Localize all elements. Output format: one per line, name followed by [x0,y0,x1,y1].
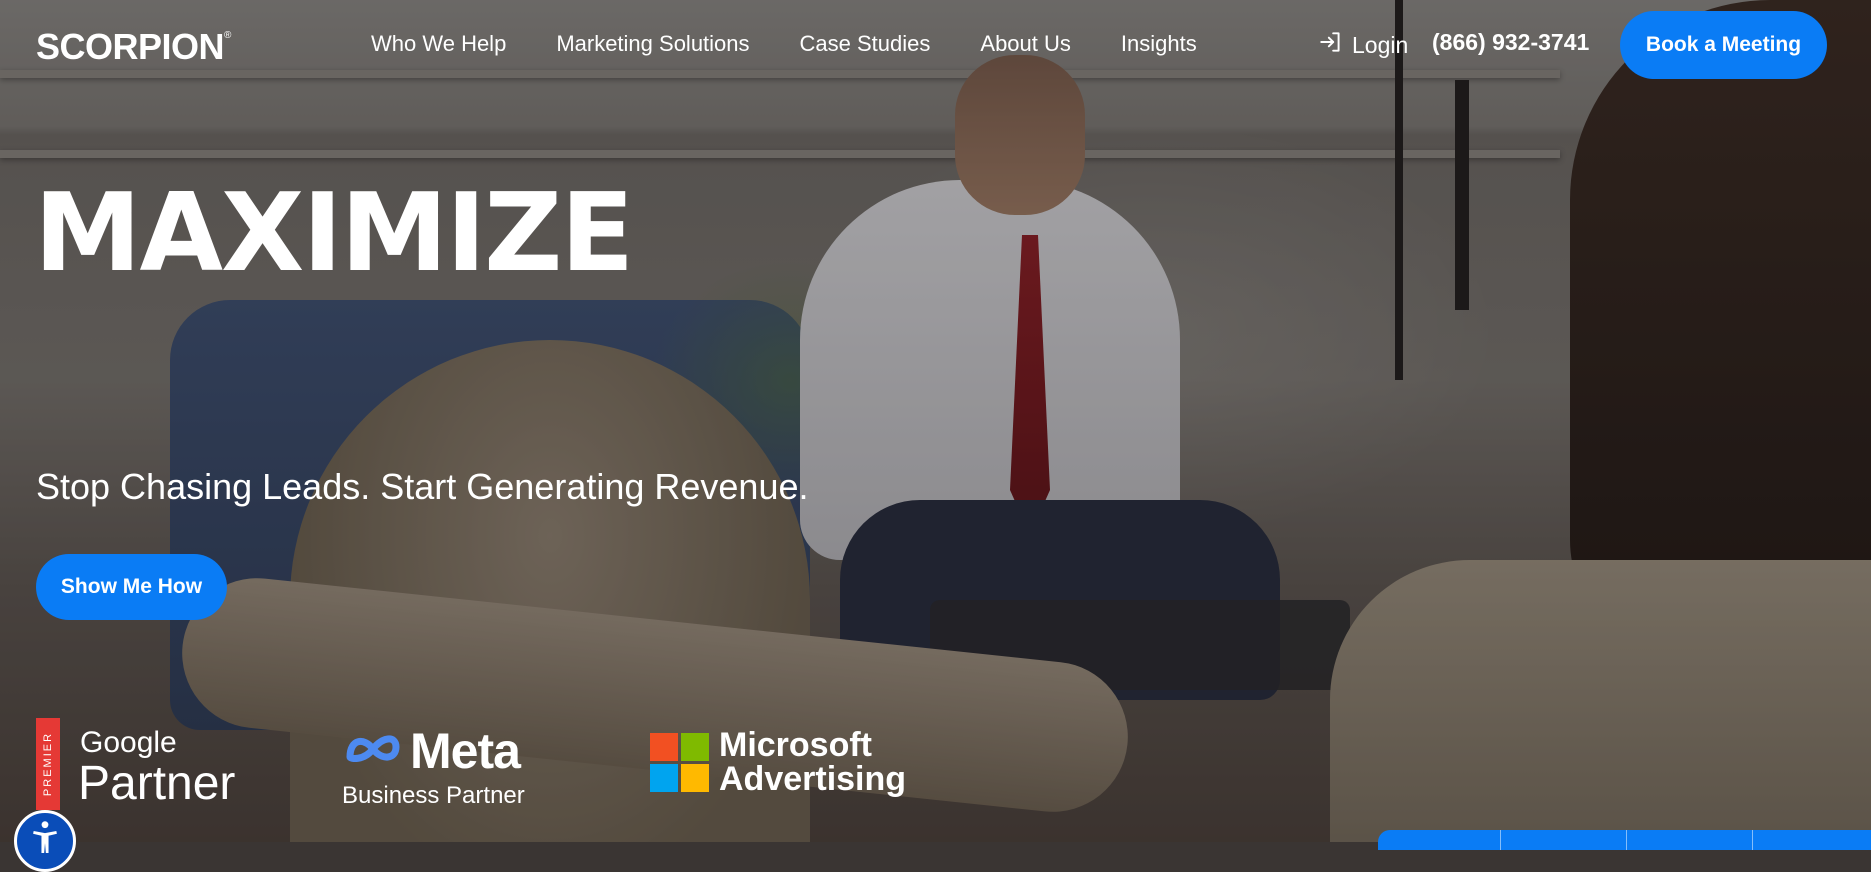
login-link[interactable]: Login [1318,29,1408,61]
background-overlay [0,0,1871,842]
accessibility-button[interactable] [14,810,76,872]
login-icon [1318,29,1344,61]
microsoft-logo-icon [650,732,709,792]
bottom-toolbar[interactable] [1378,830,1871,850]
book-meeting-button[interactable]: Book a Meeting [1620,11,1827,79]
google-partner-word: Partner [78,757,236,810]
show-me-how-button[interactable]: Show Me How [36,554,227,620]
microsoft-word: Microsoft [719,726,872,764]
premier-tag: PREMIER [36,718,60,810]
advertising-word: Advertising [719,760,907,798]
meta-partner-badge: Meta Business Partner [342,722,525,810]
nav-item-insights[interactable]: Insights [1121,31,1197,57]
hero-background [0,0,1871,842]
microsoft-advertising-badge: Microsoft Advertising [650,728,906,796]
google-word: Google [80,726,177,759]
nav-item-who-we-help[interactable]: Who We Help [371,31,506,57]
hero-subheadline: Stop Chasing Leads. Start Generating Rev… [36,466,809,507]
meta-infinity-icon [342,729,404,774]
nav-item-about-us[interactable]: About Us [980,31,1071,57]
nav-item-case-studies[interactable]: Case Studies [800,31,931,57]
accessibility-icon [28,813,62,858]
meta-subtitle: Business Partner [342,782,525,809]
phone-link[interactable]: (866) 932-3741 [1432,29,1589,56]
nav-item-marketing-solutions[interactable]: Marketing Solutions [556,31,749,57]
scorpion-logo[interactable]: SCORPION® [36,26,231,68]
main-nav: Who We Help Marketing Solutions Case Stu… [371,31,1197,57]
logo-text: SCORPION [36,26,225,67]
meta-word: Meta [410,723,521,779]
login-label: Login [1352,31,1409,58]
premier-tag-text: PREMIER [42,731,54,797]
registered-mark: ® [224,30,231,41]
hero-headline: MAXIMIZE [34,171,634,296]
site-header: SCORPION® Who We Help Marketing Solution… [0,0,1871,90]
